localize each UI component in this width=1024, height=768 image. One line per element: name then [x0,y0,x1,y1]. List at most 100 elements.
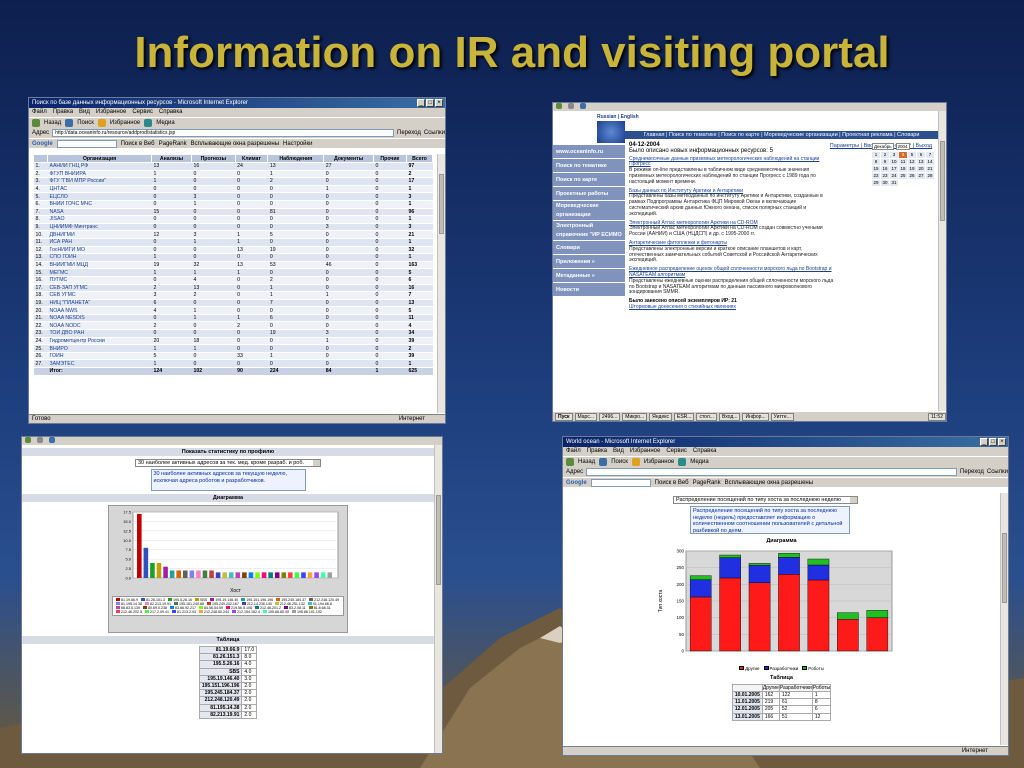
minimize-button[interactable]: _ [980,438,988,446]
popup-blocker-button[interactable]: Всплывающие окна разрешены [725,480,813,486]
calendar-day[interactable]: 4 [899,152,907,158]
col-organization[interactable]: ЗАМЭТЕС [47,359,152,369]
menu-edit[interactable]: Правка [53,108,73,117]
col-organization[interactable]: ЕЦСЛО [47,192,152,201]
col-organization[interactable]: NOAA NWS [47,306,152,315]
month-select[interactable]: Декабрь [872,143,894,150]
menu-view[interactable]: Вид [79,108,90,117]
nav-item-reference[interactable]: Электронный справочник "ИР ЕСИМО - 2003" [553,221,625,241]
profile-select[interactable]: 30 наиболее активных адресов за тек. мед… [135,459,321,467]
google-settings-button[interactable]: Настройки [283,141,312,147]
favorites-icon[interactable] [631,458,640,466]
search-icon[interactable] [599,458,608,466]
go-button[interactable]: Переход [960,469,984,475]
media-icon[interactable] [144,119,153,127]
taskbar-item[interactable]: Инфор... [742,412,769,421]
calendar-day[interactable]: 31 [890,180,898,186]
refresh-icon[interactable] [49,437,55,443]
col-organization[interactable]: ВНИРО [47,344,152,353]
col-organization[interactable]: ЦНТАС [47,185,152,194]
col-organization[interactable]: ААНИИ ГНЦ РФ [47,162,152,171]
col-organization[interactable]: ФГУП ВНИИРА [47,170,152,179]
col-organization[interactable]: ПУГМС [47,276,152,285]
favorites-icon[interactable] [97,119,106,127]
calendar-day[interactable]: 19 [908,166,916,172]
col-organization[interactable]: Гидрометцентр России [47,337,152,346]
taskbar-item[interactable]: Яндекс [649,412,672,421]
menu-help[interactable]: Справка [159,108,183,117]
col-organization[interactable]: СЕВ-ЗАП УГМС [47,284,152,293]
calendar-day[interactable]: 25 [899,173,907,179]
nav-item-theme-search[interactable]: Поиск по тематике [553,159,625,173]
forward-icon[interactable] [568,103,574,109]
search-button[interactable]: Поиск [611,457,628,467]
col-organization[interactable]: ЦНИИМФ Минтранс [47,223,152,232]
calendar-day[interactable]: 3 [890,152,898,158]
calendar-day[interactable]: 9 [881,159,889,165]
menu-tools[interactable]: Сервис [666,447,687,456]
address-input[interactable] [586,468,958,476]
vertical-scrollbar[interactable] [434,445,442,753]
nav-item-news[interactable]: Новости [553,283,625,297]
menu-edit[interactable]: Правка [587,447,607,456]
col-organization[interactable]: ТОИ ДВО РАН [47,329,152,338]
calendar-day[interactable]: 18 [899,166,907,172]
menu-view[interactable]: Вид [613,447,624,456]
media-icon[interactable] [678,458,687,466]
home-icon[interactable] [580,103,586,109]
back-icon[interactable] [32,119,40,127]
nav-item-organizations[interactable]: Мореведческие организации [553,201,625,221]
taskbar-item[interactable]: Микро... [622,412,648,421]
calendar-day[interactable]: 24 [890,173,898,179]
calendar-day[interactable]: 1 [872,152,880,158]
minimize-button[interactable]: _ [417,99,425,107]
close-button[interactable]: × [998,438,1006,446]
col-organization[interactable]: НИЦ "ПЛАНЕТА" [47,299,152,308]
taskbar-item[interactable]: 2496... [599,412,621,421]
close-button[interactable]: × [435,99,443,107]
back-button[interactable]: Назад [578,457,595,467]
col-organization[interactable]: ГОИН [47,352,152,361]
back-icon[interactable] [566,458,574,466]
news-link-last[interactable]: Штормовые донесения о стихийных явлениях [629,304,834,311]
calendar-day[interactable]: 6 [917,152,925,158]
go-button[interactable]: Переход [397,130,421,136]
nav-item-projects[interactable]: Проектные работы [553,187,625,201]
col-organization[interactable]: ДВНИГМИ [47,230,152,239]
vertical-scrollbar[interactable] [1000,493,1008,745]
taskbar-item[interactable]: стол... [696,412,717,421]
calendar-day[interactable]: 10 [890,159,898,165]
google-search-input[interactable] [590,478,651,487]
start-button[interactable]: Пуск [555,412,573,421]
language-links[interactable]: Russian | English [597,114,639,120]
vertical-scrollbar[interactable] [938,111,946,411]
col-organization[interactable]: NOAA NESDIS [47,314,152,323]
menu-file[interactable]: Файл [566,447,581,456]
favorites-button[interactable]: Избранное [110,118,140,128]
calendar-day[interactable]: 14 [926,159,934,165]
taskbar-item[interactable]: Вход... [718,412,741,421]
calendar-day[interactable]: 26 [908,173,916,179]
google-search-button[interactable]: Поиск в Вeб [655,480,689,486]
taskbar-item[interactable]: Уитте... [770,412,794,421]
search-icon[interactable] [65,119,74,127]
back-icon[interactable] [556,103,562,109]
links-button[interactable]: Ссылки [987,469,1008,475]
calendar-day[interactable]: 29 [872,180,880,186]
calendar-day[interactable]: 28 [926,173,934,179]
nav-item-home[interactable]: www.oceaninfo.ru [553,145,625,159]
nav-item-map-search[interactable]: Поиск по карте [553,173,625,187]
maximize-button[interactable]: □ [989,438,997,446]
col-organization[interactable]: ВНИИГМИ МЦД [47,261,152,270]
year-select[interactable]: 2004 [895,143,910,150]
menu-file[interactable]: Файл [32,108,47,117]
col-organization[interactable]: ВНИИ ГОЧС МЧС [47,200,152,209]
col-organization[interactable]: JISAO [47,215,152,224]
calendar-day[interactable]: 12 [908,159,916,165]
calendar-day[interactable]: 30 [881,180,889,186]
profile-select[interactable]: Распределение посещений по типу хоста за… [673,496,858,504]
calendar-day[interactable]: 13 [917,159,925,165]
menu-favorites[interactable]: Избранное [96,108,126,117]
google-search-input[interactable] [56,139,117,148]
col-organization[interactable]: СЕВ УГМС [47,291,152,300]
